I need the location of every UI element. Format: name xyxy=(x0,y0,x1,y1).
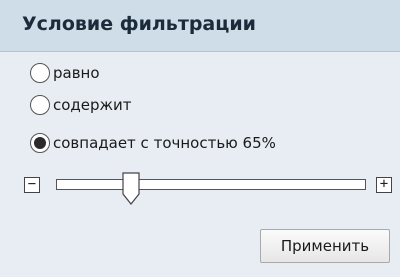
option-matches-with-accuracy[interactable]: совпадает с точностью 65% xyxy=(30,129,276,157)
radio-selected-dot xyxy=(34,137,46,149)
option-label: содержит xyxy=(53,96,132,114)
accuracy-slider: − + xyxy=(24,172,394,206)
decrement-button[interactable]: − xyxy=(24,177,40,193)
filter-condition-panel: Условие фильтрации равно содержит совпад… xyxy=(0,0,400,277)
option-contains[interactable]: содержит xyxy=(30,91,132,119)
apply-button[interactable]: Применить xyxy=(260,229,390,263)
panel-title: Условие фильтрации xyxy=(22,13,256,35)
radio-button[interactable] xyxy=(30,95,50,115)
increment-button[interactable]: + xyxy=(376,177,392,193)
slider-track[interactable] xyxy=(56,172,366,205)
slider-thumb[interactable] xyxy=(121,172,141,206)
radio-button-selected[interactable] xyxy=(30,133,50,153)
panel-header: Условие фильтрации xyxy=(0,0,400,52)
option-label: совпадает с точностью 65% xyxy=(53,134,276,152)
radio-button[interactable] xyxy=(30,63,50,83)
option-equals[interactable]: равно xyxy=(30,59,100,87)
option-label: равно xyxy=(53,64,100,82)
